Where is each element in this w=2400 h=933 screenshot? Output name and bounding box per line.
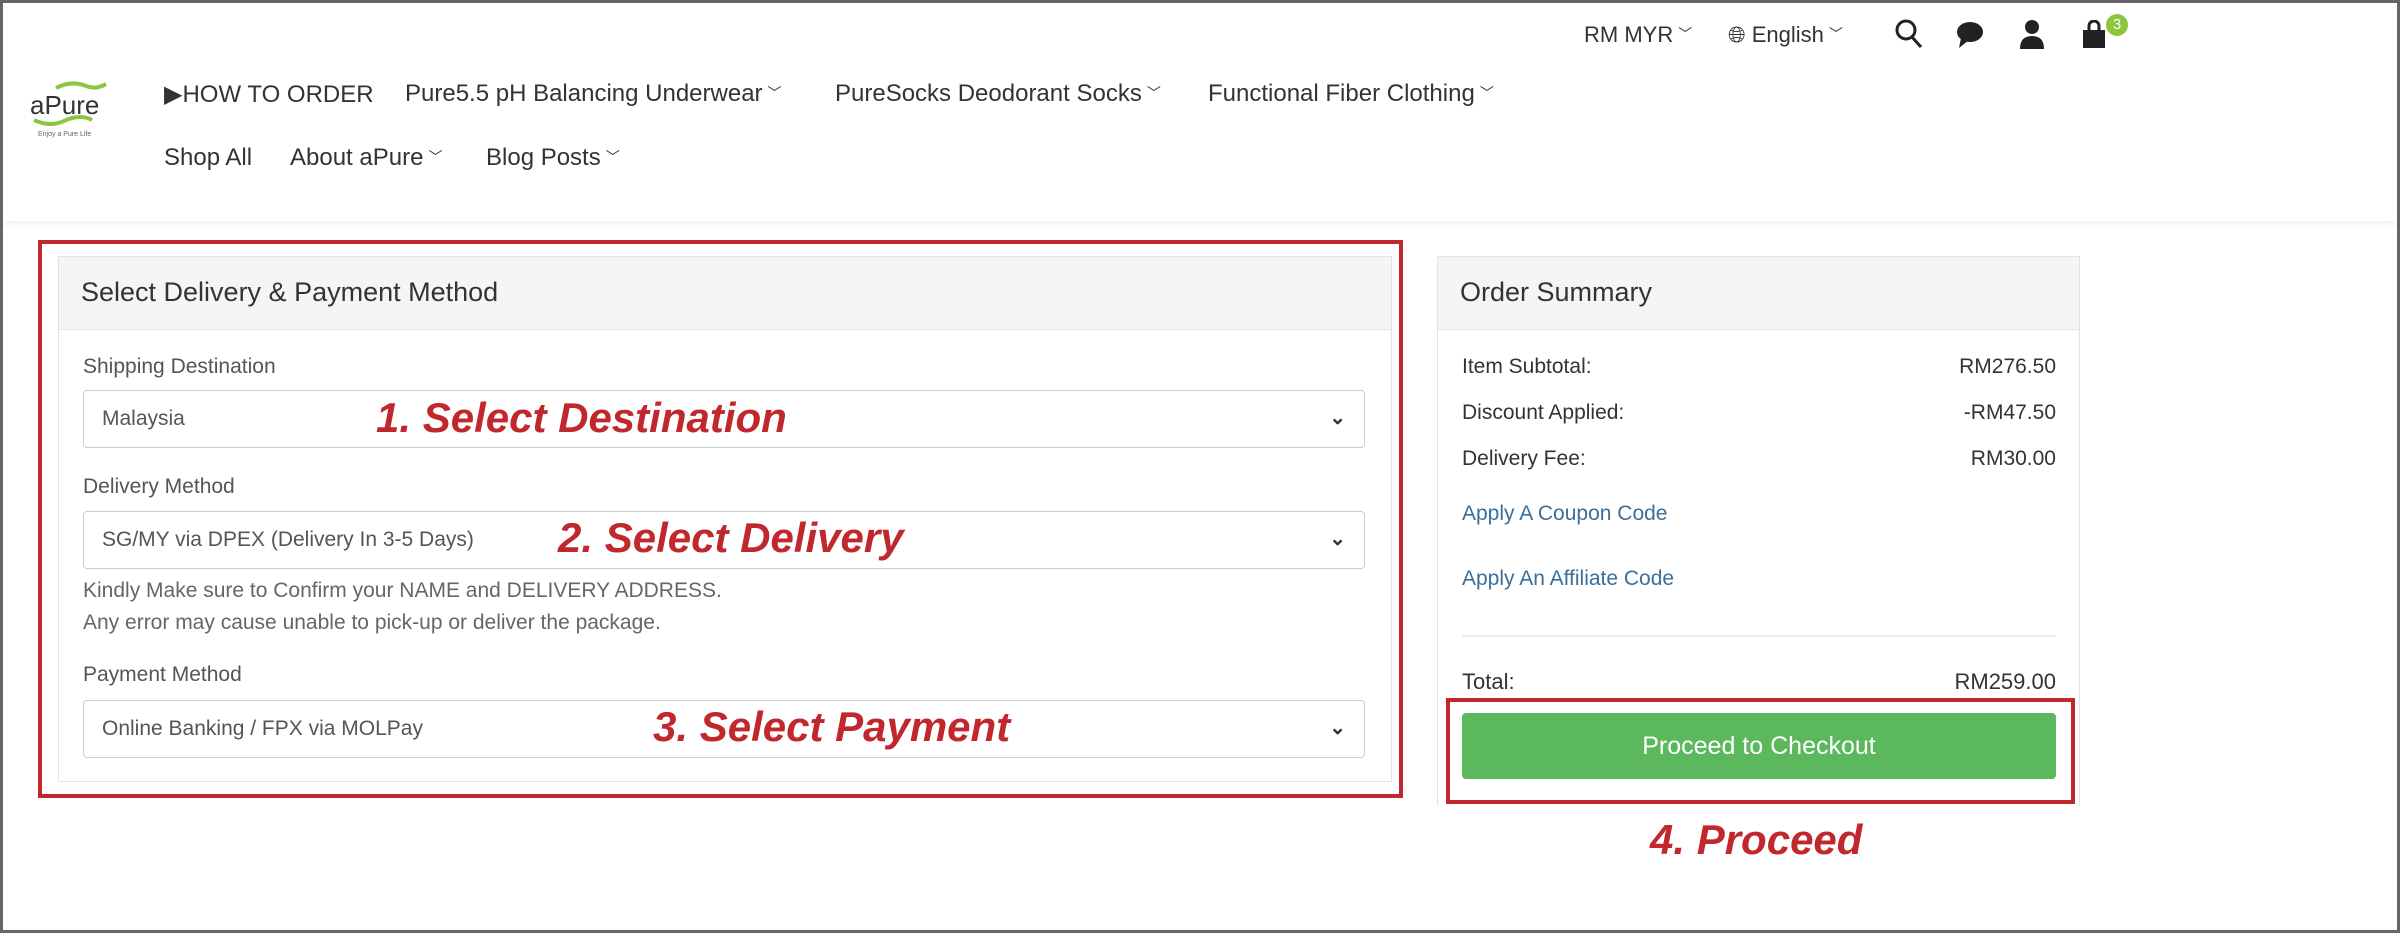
annotation-step3: 3. Select Payment [653, 703, 1011, 750]
select-value: Online Banking / FPX via MOLPay [102, 717, 423, 740]
currency-selector[interactable]: RM MYR ﹀ [1584, 22, 1692, 48]
nav-label: About aPure [290, 144, 424, 171]
summary-row-delivery: Delivery Fee: RM30.00 [1462, 447, 2056, 471]
nav-socks[interactable]: PureSocks Deodorant Socks ﹀ [835, 80, 1161, 108]
nav-label: Shop All [164, 144, 253, 171]
select-value: SG/MY via DPEX (Delivery In 3-5 Days) [102, 528, 474, 551]
row-value: -RM47.50 [1963, 401, 2056, 424]
select-value: Malaysia [102, 407, 185, 430]
row-label: Delivery Fee: [1462, 447, 1586, 470]
summary-row-discount: Discount Applied: -RM47.50 [1462, 401, 2056, 425]
nav-clothing[interactable]: Functional Fiber Clothing ﹀ [1208, 80, 1494, 108]
chat-icon[interactable] [1955, 20, 1985, 55]
chevron-down-icon: ﹀ [1479, 85, 1494, 101]
cart-icon[interactable] [2080, 19, 2108, 55]
svg-text:aPure: aPure [30, 90, 99, 120]
total-label: Total: [1462, 669, 1515, 694]
nav-shop-all[interactable]: Shop All [164, 144, 252, 172]
chevron-down-icon: ⌄ [1329, 717, 1346, 739]
panel-title: Select Delivery & Payment Method [59, 257, 1391, 330]
globe-icon: 🌐︎ [1728, 22, 1746, 47]
search-icon[interactable] [1894, 18, 1924, 55]
nav-label: PureSocks Deodorant Socks [835, 80, 1142, 107]
delivery-method-label: Delivery Method [83, 475, 235, 498]
row-value: RM276.50 [1959, 355, 2056, 378]
summary-divider [1462, 635, 2056, 637]
nav-label: Pure5.5 pH Balancing Underwear [405, 80, 763, 107]
row-value: RM30.00 [1970, 447, 2056, 470]
annotation-step4: 4. Proceed [1650, 816, 1863, 863]
language-selector[interactable]: 🌐︎ English ﹀ [1728, 22, 1843, 48]
nav-label: Blog Posts [486, 144, 601, 171]
chevron-down-icon: ﹀ [1828, 26, 1843, 42]
logo-waves-icon: aPure Enjoy a Pure Life [30, 81, 108, 138]
chevron-down-icon: ﹀ [605, 149, 620, 165]
chevron-down-icon: ⌄ [1329, 407, 1346, 429]
user-icon[interactable] [2018, 18, 2046, 55]
chevron-down-icon: ⌄ [1329, 528, 1346, 550]
payment-method-label: Payment Method [83, 663, 242, 686]
total-value: RM259.00 [1954, 669, 2056, 694]
nav-underwear[interactable]: Pure5.5 pH Balancing Underwear ﹀ [405, 80, 782, 108]
delivery-note-line2: Any error may cause unable to pick-up or… [83, 611, 661, 634]
language-label: English [1751, 22, 1824, 47]
delivery-note-line1: Kindly Make sure to Confirm your NAME an… [83, 579, 722, 602]
annotation-step2: 2. Select Delivery [558, 514, 904, 561]
row-label: Discount Applied: [1462, 401, 1625, 424]
chevron-down-icon: ﹀ [1678, 26, 1693, 42]
chevron-down-icon: ﹀ [767, 85, 782, 101]
summary-title: Order Summary [1438, 257, 2079, 330]
cart-count-badge: 3 [2106, 14, 2128, 36]
svg-text:Enjoy a Pure Life: Enjoy a Pure Life [38, 131, 91, 138]
nav-label: ▶HOW TO ORDER [164, 81, 374, 108]
nav-label: Functional Fiber Clothing [1208, 80, 1475, 107]
apply-coupon-link[interactable]: Apply A Coupon Code [1462, 502, 1668, 526]
nav-blog[interactable]: Blog Posts ﹀ [486, 144, 620, 172]
summary-row-subtotal: Item Subtotal: RM276.50 [1462, 355, 2056, 379]
annotation-step1: 1. Select Destination [376, 394, 787, 441]
apply-affiliate-link[interactable]: Apply An Affiliate Code [1462, 567, 1674, 591]
chevron-down-icon: ﹀ [1146, 85, 1161, 101]
proceed-to-checkout-button[interactable]: Proceed to Checkout [1462, 713, 2056, 779]
nav-how-to-order[interactable]: ▶HOW TO ORDER [164, 80, 374, 109]
nav-about[interactable]: About aPure ﹀ [290, 144, 442, 172]
shipping-destination-label: Shipping Destination [83, 355, 276, 378]
chevron-down-icon: ﹀ [428, 149, 443, 165]
logo[interactable]: aPure Enjoy a Pure Life [26, 80, 118, 140]
summary-total: Total: RM259.00 [1462, 669, 2056, 695]
row-label: Item Subtotal: [1462, 355, 1592, 378]
currency-label: RM MYR [1584, 22, 1674, 47]
